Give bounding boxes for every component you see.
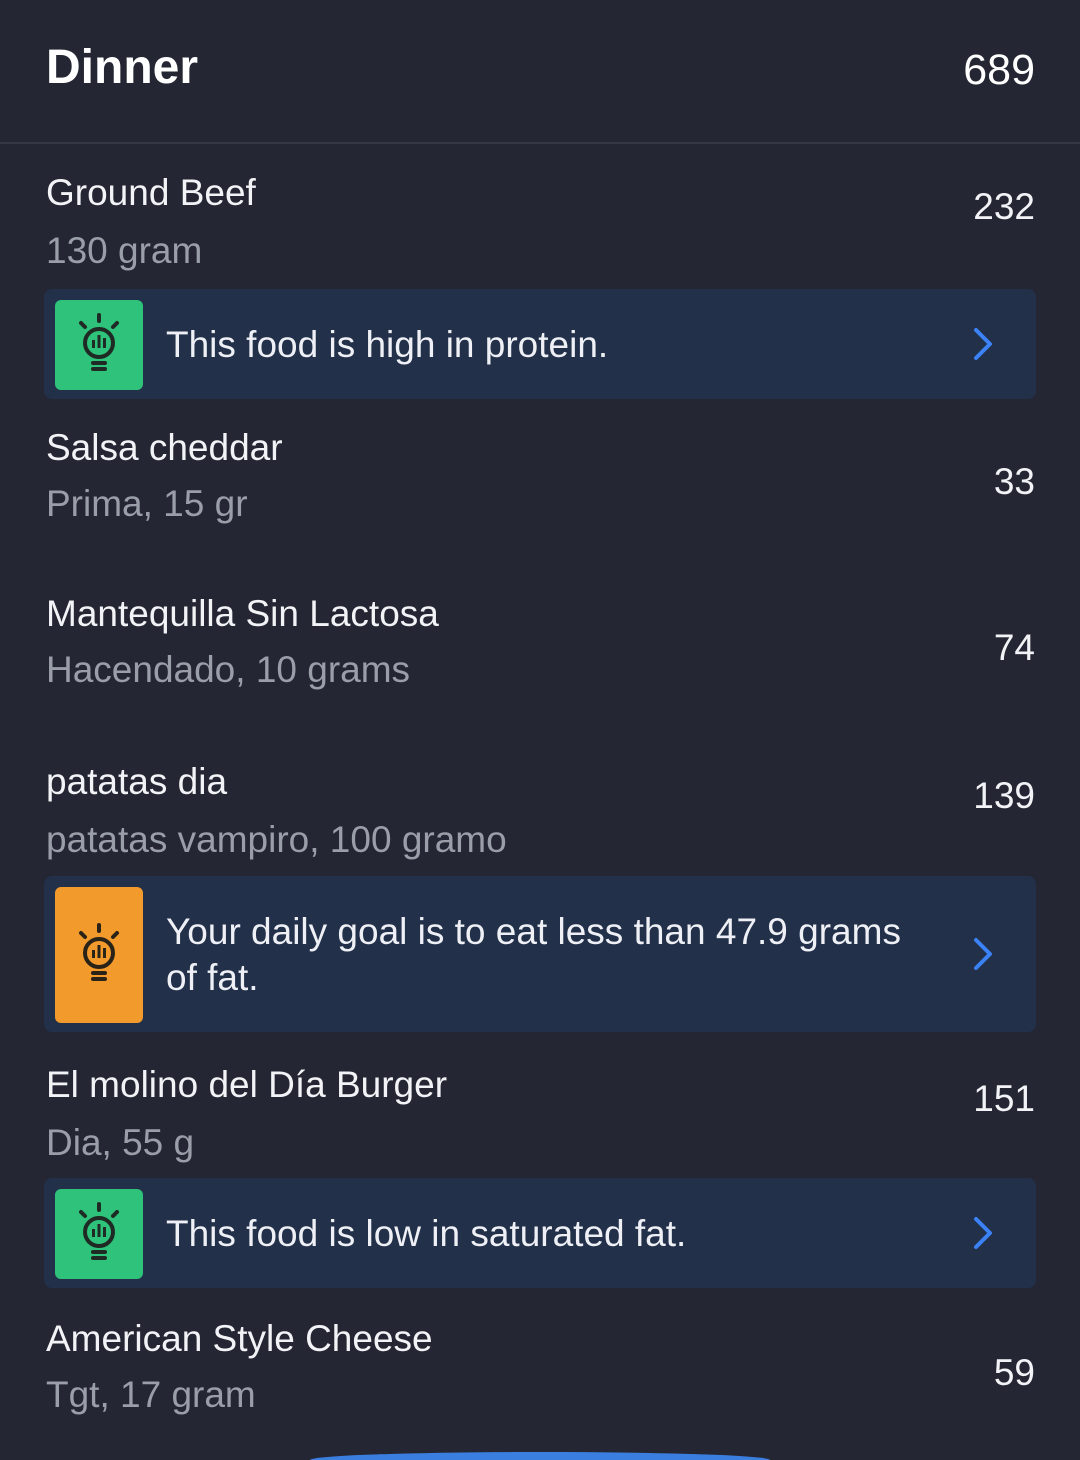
food-calories: 59 [993,1352,1035,1393]
food-detail: Tgt, 17 gram [46,1374,256,1415]
food-name: El molino del Día Burger [46,1064,448,1105]
food-item[interactable]: Salsa cheddar Prima, 15 gr 33 [0,427,1080,537]
meal-total-calories: 689 [963,46,1035,94]
lightbulb-icon [75,1201,123,1267]
food-name: patatas dia [46,761,228,802]
food-item[interactable]: American Style Cheese Tgt, 17 gram 59 [0,1318,1080,1428]
food-detail: Prima, 15 gr [46,483,248,524]
meal-title: Dinner [46,41,199,94]
chevron-right-icon [968,1213,998,1253]
dinner-screen: Dinner 689 Ground Beef 130 gram 232 This… [0,0,1080,1460]
food-name: Ground Beef [46,172,256,213]
food-item[interactable]: Mantequilla Sin Lactosa Hacendado, 10 gr… [0,593,1080,703]
meal-header: Dinner 689 [0,0,1080,144]
food-calories: 139 [973,775,1035,816]
food-detail: Dia, 55 g [46,1122,195,1163]
tip-badge [55,300,143,390]
food-calories: 33 [993,461,1035,502]
lightbulb-icon [75,312,123,378]
bottom-accent-bar [310,1452,770,1460]
food-detail: 130 gram [46,230,203,271]
food-name: American Style Cheese [46,1318,433,1359]
lightbulb-icon [75,922,123,988]
chevron-right-icon [968,934,998,974]
food-detail: Hacendado, 10 grams [46,649,411,690]
nutrition-tip[interactable]: This food is high in protein. [44,289,1036,399]
food-calories: 74 [993,627,1035,668]
chevron-right-icon [968,324,998,364]
food-calories: 232 [973,186,1035,227]
food-detail: patatas vampiro, 100 gramo [46,819,507,860]
food-item[interactable]: Ground Beef 130 gram 232 [0,172,1080,282]
nutrition-tip[interactable]: Your daily goal is to eat less than 47.9… [44,876,1036,1032]
tip-badge [55,1189,143,1279]
food-name: Mantequilla Sin Lactosa [46,593,439,634]
food-item[interactable]: El molino del Día Burger Dia, 55 g 151 [0,1064,1080,1174]
food-calories: 151 [973,1078,1035,1119]
food-name: Salsa cheddar [46,427,283,468]
food-item[interactable]: patatas dia patatas vampiro, 100 gramo 1… [0,761,1080,871]
tip-text: This food is low in saturated fat. [166,1213,687,1254]
tip-badge [55,887,143,1023]
tip-text: Your daily goal is to eat less than 47.9… [166,911,901,998]
nutrition-tip[interactable]: This food is low in saturated fat. [44,1178,1036,1288]
tip-text: This food is high in protein. [166,324,609,365]
